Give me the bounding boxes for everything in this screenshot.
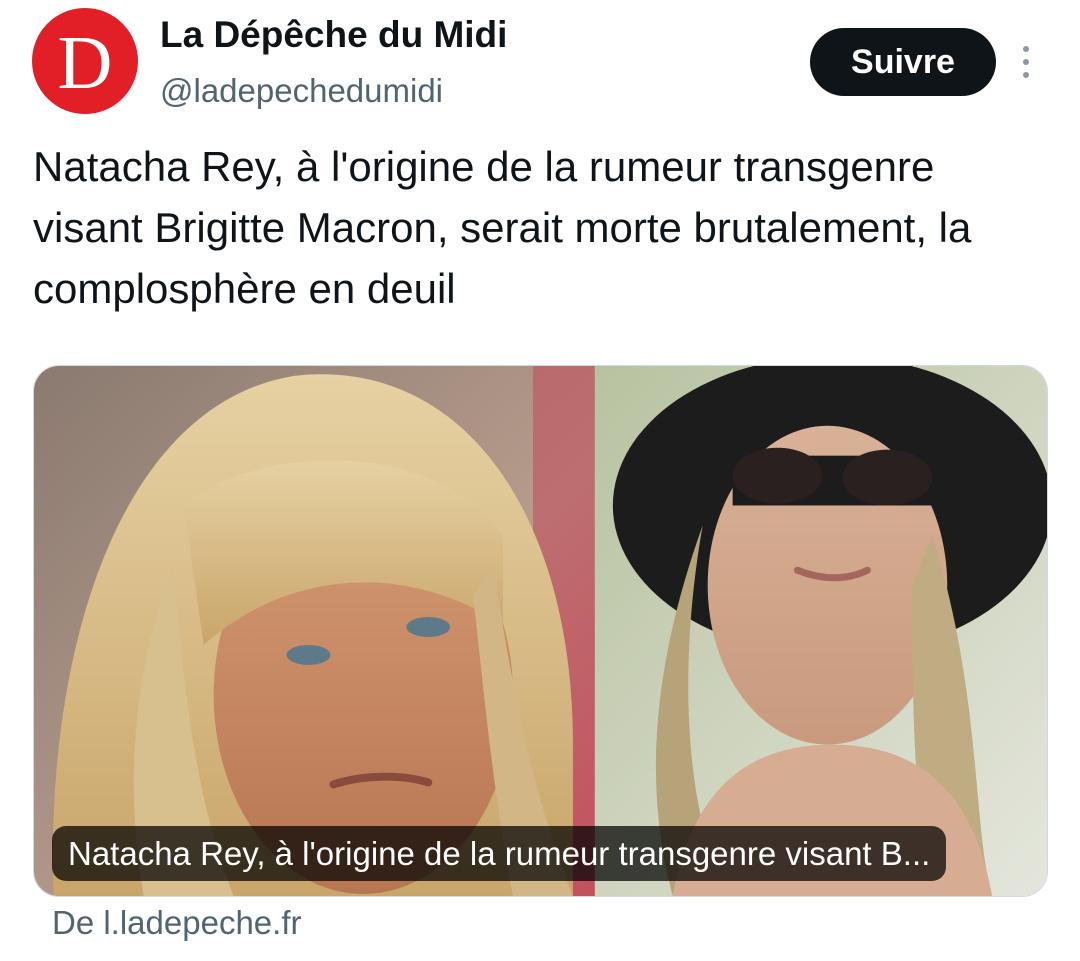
account-display-name[interactable]: La Dépêche du Midi (160, 14, 507, 56)
account-avatar[interactable]: D (32, 8, 138, 114)
account-handle[interactable]: @ladepechedumidi (160, 72, 443, 110)
more-dot (1023, 46, 1029, 52)
link-card-caption: Natacha Rey, à l'origine de la rumeur tr… (52, 826, 947, 881)
link-card-image (34, 366, 1047, 896)
avatar-logo-letter: D (57, 21, 113, 105)
tweet-text: Natacha Rey, à l'origine de la rumeur tr… (33, 143, 972, 312)
link-source[interactable]: De l.ladepeche.fr (52, 904, 301, 942)
more-dot (1023, 59, 1029, 65)
more-vertical-icon[interactable] (1010, 40, 1042, 84)
follow-button[interactable]: Suivre (810, 28, 996, 96)
more-dot (1023, 72, 1029, 78)
link-card[interactable]: Natacha Rey, à l'origine de la rumeur tr… (33, 365, 1048, 897)
